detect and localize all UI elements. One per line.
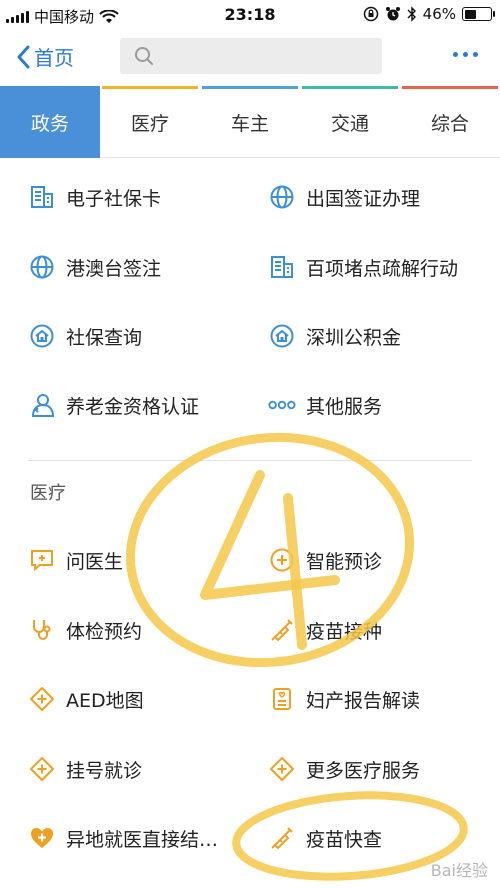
medical-vaccine-query[interactable]: 疫苗快查: [268, 818, 382, 858]
service-social-query[interactable]: 社保查询: [28, 316, 142, 356]
medical-label: 智能预诊: [306, 550, 383, 573]
status-right: 46%: [363, 5, 495, 23]
watermark: Bai经验: [430, 861, 488, 880]
service-bottleneck-action[interactable]: 百项堵点疏解行动: [268, 247, 458, 287]
battery-fill: [464, 9, 476, 19]
more-dot: [453, 52, 458, 57]
battery-icon: [462, 7, 495, 21]
rotation-lock-icon: [363, 6, 378, 22]
service-e-social-card[interactable]: 电子社保卡: [28, 177, 161, 217]
medical-label: 妇产报告解读: [306, 689, 421, 712]
medical-label: 疫苗快查: [306, 828, 383, 851]
service-housing-fund[interactable]: 深圳公积金: [268, 316, 401, 356]
medical-maternity-report[interactable]: 妇产报告解读: [268, 679, 420, 719]
tab-accent: [402, 86, 498, 89]
medical-label: 疫苗接种: [306, 620, 383, 643]
diamond-plus-icon: [28, 755, 56, 783]
service-label: 养老金资格认证: [66, 395, 200, 418]
search-icon: [135, 47, 153, 65]
service-hk-macau-endorse[interactable]: 港澳台签注: [28, 247, 161, 287]
section-divider: [28, 460, 472, 461]
house-icon: [268, 322, 296, 350]
bluetooth-icon: [407, 6, 416, 22]
report-icon: [268, 685, 296, 713]
medical-label: 体检预约: [66, 620, 143, 643]
medical-label: 问医生: [66, 550, 124, 573]
medical-registration[interactable]: 挂号就诊: [28, 749, 142, 789]
building-icon: [28, 183, 56, 211]
back-button[interactable]: 首页: [16, 42, 74, 71]
medical-more[interactable]: 更多医疗服务: [268, 749, 420, 789]
tab-medical[interactable]: 医疗: [100, 86, 200, 158]
house-icon: [28, 322, 56, 350]
medical-ask-doctor[interactable]: 问医生: [28, 540, 123, 580]
stethoscope-icon: [28, 616, 56, 644]
nav-bar: 首页: [0, 30, 500, 86]
battery-percent: 46%: [422, 5, 456, 23]
service-label: 其他服务: [306, 395, 383, 418]
medical-label: 挂号就诊: [66, 759, 143, 782]
tab-accent: [302, 86, 398, 89]
globe-icon: [268, 183, 296, 211]
syringe-icon: [268, 616, 296, 644]
tab-accent: [102, 86, 198, 89]
section-title-medical: 医疗: [30, 483, 66, 504]
service-label: 社保查询: [66, 326, 143, 349]
back-label: 首页: [34, 46, 74, 70]
category-tabs: 政务 医疗 车主 交通 综合: [0, 86, 500, 158]
service-other[interactable]: 其他服务: [268, 385, 382, 425]
tab-car-owner[interactable]: 车主: [200, 86, 300, 158]
service-visa[interactable]: 出国签证办理: [268, 177, 420, 217]
tab-gov[interactable]: 政务: [0, 86, 100, 158]
medical-checkup[interactable]: 体检预约: [28, 610, 142, 650]
tab-traffic[interactable]: 交通: [300, 86, 400, 158]
service-label: 电子社保卡: [66, 187, 162, 210]
medical-label: 异地就医直接结…: [66, 828, 219, 851]
medical-smart-diagnosis[interactable]: 智能预诊: [268, 540, 382, 580]
service-label: 百项堵点疏解行动: [306, 257, 459, 280]
search-box[interactable]: [120, 38, 382, 74]
search-input[interactable]: [162, 48, 362, 64]
medical-label: AED地图: [66, 689, 144, 712]
circle-plus-icon: [268, 546, 296, 574]
chat-plus-icon: [28, 546, 56, 574]
tab-label: 政务: [30, 112, 69, 135]
diamond-plus-icon: [268, 755, 296, 783]
medical-vaccination[interactable]: 疫苗接种: [268, 610, 382, 650]
alarm-icon: [385, 7, 400, 21]
more-dot: [463, 52, 468, 57]
medical-aed-map[interactable]: AED地图: [28, 679, 144, 719]
building-icon: [268, 253, 296, 281]
person-icon: [28, 391, 56, 419]
tab-label: 综合: [430, 112, 469, 135]
heart-plus-icon: [28, 824, 56, 852]
tab-label: 交通: [330, 112, 369, 135]
service-label: 深圳公积金: [306, 326, 402, 349]
tab-label: 车主: [230, 112, 269, 135]
medical-label: 更多医疗服务: [306, 759, 421, 782]
syringe-icon: [268, 824, 296, 852]
medical-cross-region-settlement[interactable]: 异地就医直接结…: [28, 818, 218, 858]
status-bar: 中国移动 23:18 46%: [0, 0, 500, 30]
tab-accent: [202, 86, 298, 89]
service-label: 出国签证办理: [306, 187, 421, 210]
more-button[interactable]: [453, 52, 478, 57]
tab-label: 医疗: [130, 112, 169, 135]
tab-general[interactable]: 综合: [400, 86, 500, 158]
service-label: 港澳台签注: [66, 257, 162, 280]
service-pension-cert[interactable]: 养老金资格认证: [28, 385, 199, 425]
diamond-plus-icon: [28, 685, 56, 713]
dots-icon: [268, 391, 296, 419]
more-dot: [473, 52, 478, 57]
globe-icon: [28, 253, 56, 281]
chevron-left-icon: [17, 45, 30, 68]
